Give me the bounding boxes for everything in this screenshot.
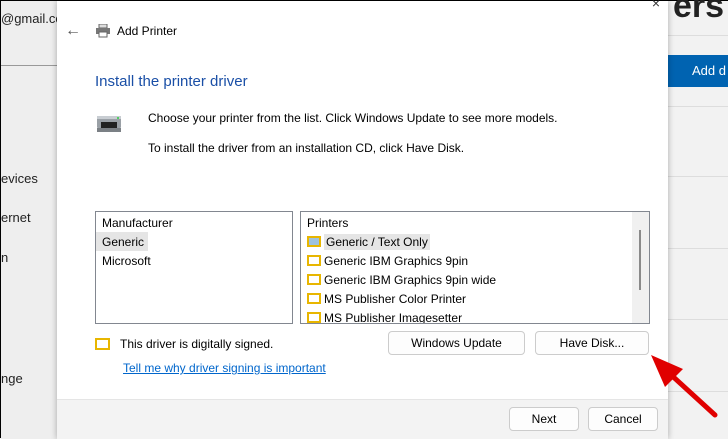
- add-device-button[interactable]: Add d: [668, 55, 728, 87]
- signed-driver-icon: [95, 338, 110, 350]
- driver-icon: [307, 293, 321, 304]
- divider: [1, 65, 57, 66]
- printer-icon: [96, 24, 110, 38]
- sidebar-item[interactable]: n: [1, 250, 8, 265]
- list-item-generic[interactable]: Generic: [96, 232, 148, 251]
- list-item[interactable]: MS Publisher Imagesetter: [301, 308, 649, 323]
- have-disk-button[interactable]: Have Disk...: [535, 331, 649, 355]
- windows-update-button[interactable]: Windows Update: [388, 331, 525, 355]
- driver-icon: [307, 255, 321, 266]
- page-title: ers: [673, 0, 725, 25]
- sidebar-item-devices[interactable]: evices: [1, 171, 38, 186]
- sidebar-item-language[interactable]: nge: [1, 371, 23, 386]
- dialog-footer: Next Cancel: [57, 399, 668, 439]
- driver-icon: [307, 236, 321, 247]
- printer-icon: [97, 116, 121, 132]
- cancel-button[interactable]: Cancel: [588, 407, 658, 431]
- list-header: Printers: [307, 216, 349, 230]
- list-item[interactable]: Generic IBM Graphics 9pin wide: [301, 270, 649, 289]
- divider: [668, 106, 728, 107]
- dialog-title: Add Printer: [117, 24, 178, 38]
- sidebar-item-internet[interactable]: ernet: [1, 210, 31, 225]
- list-item[interactable]: Generic IBM Graphics 9pin: [301, 251, 649, 270]
- next-button[interactable]: Next: [509, 407, 579, 431]
- printers-list[interactable]: Printers Generic / Text Only Generic IBM…: [300, 211, 650, 324]
- scrollbar-thumb[interactable]: [639, 230, 641, 290]
- background-settings-sidebar: @gmail.co evices ernet n nge: [1, 1, 63, 439]
- account-email: @gmail.co: [1, 11, 63, 26]
- close-icon[interactable]: ×: [652, 0, 660, 11]
- add-printer-dialog: × ← Add Printer Install the printer driv…: [57, 0, 668, 439]
- back-arrow-icon[interactable]: ←: [65, 22, 85, 40]
- signed-status-text: This driver is digitally signed.: [120, 337, 274, 351]
- driver-icon: [307, 312, 321, 323]
- manufacturer-list[interactable]: Manufacturer Generic Microsoft: [95, 211, 293, 324]
- list-item[interactable]: MS Publisher Color Printer: [301, 289, 649, 308]
- divider: [668, 391, 728, 392]
- divider: [668, 248, 728, 249]
- divider: [668, 35, 728, 36]
- list-header: Manufacturer: [102, 216, 173, 230]
- divider: [668, 319, 728, 320]
- driver-icon: [307, 274, 321, 285]
- instruction-text: Choose your printer from the list. Click…: [148, 111, 558, 125]
- driver-signing-link[interactable]: Tell me why driver signing is important: [123, 361, 326, 375]
- divider: [668, 176, 728, 177]
- scrollbar[interactable]: [632, 212, 649, 323]
- list-item[interactable]: Generic / Text Only: [301, 232, 649, 251]
- page-heading: Install the printer driver: [95, 73, 248, 90]
- instruction-text: To install the driver from an installati…: [148, 141, 465, 155]
- list-item-microsoft[interactable]: Microsoft: [96, 251, 292, 270]
- background-printers-page: ers Add d: [668, 0, 728, 439]
